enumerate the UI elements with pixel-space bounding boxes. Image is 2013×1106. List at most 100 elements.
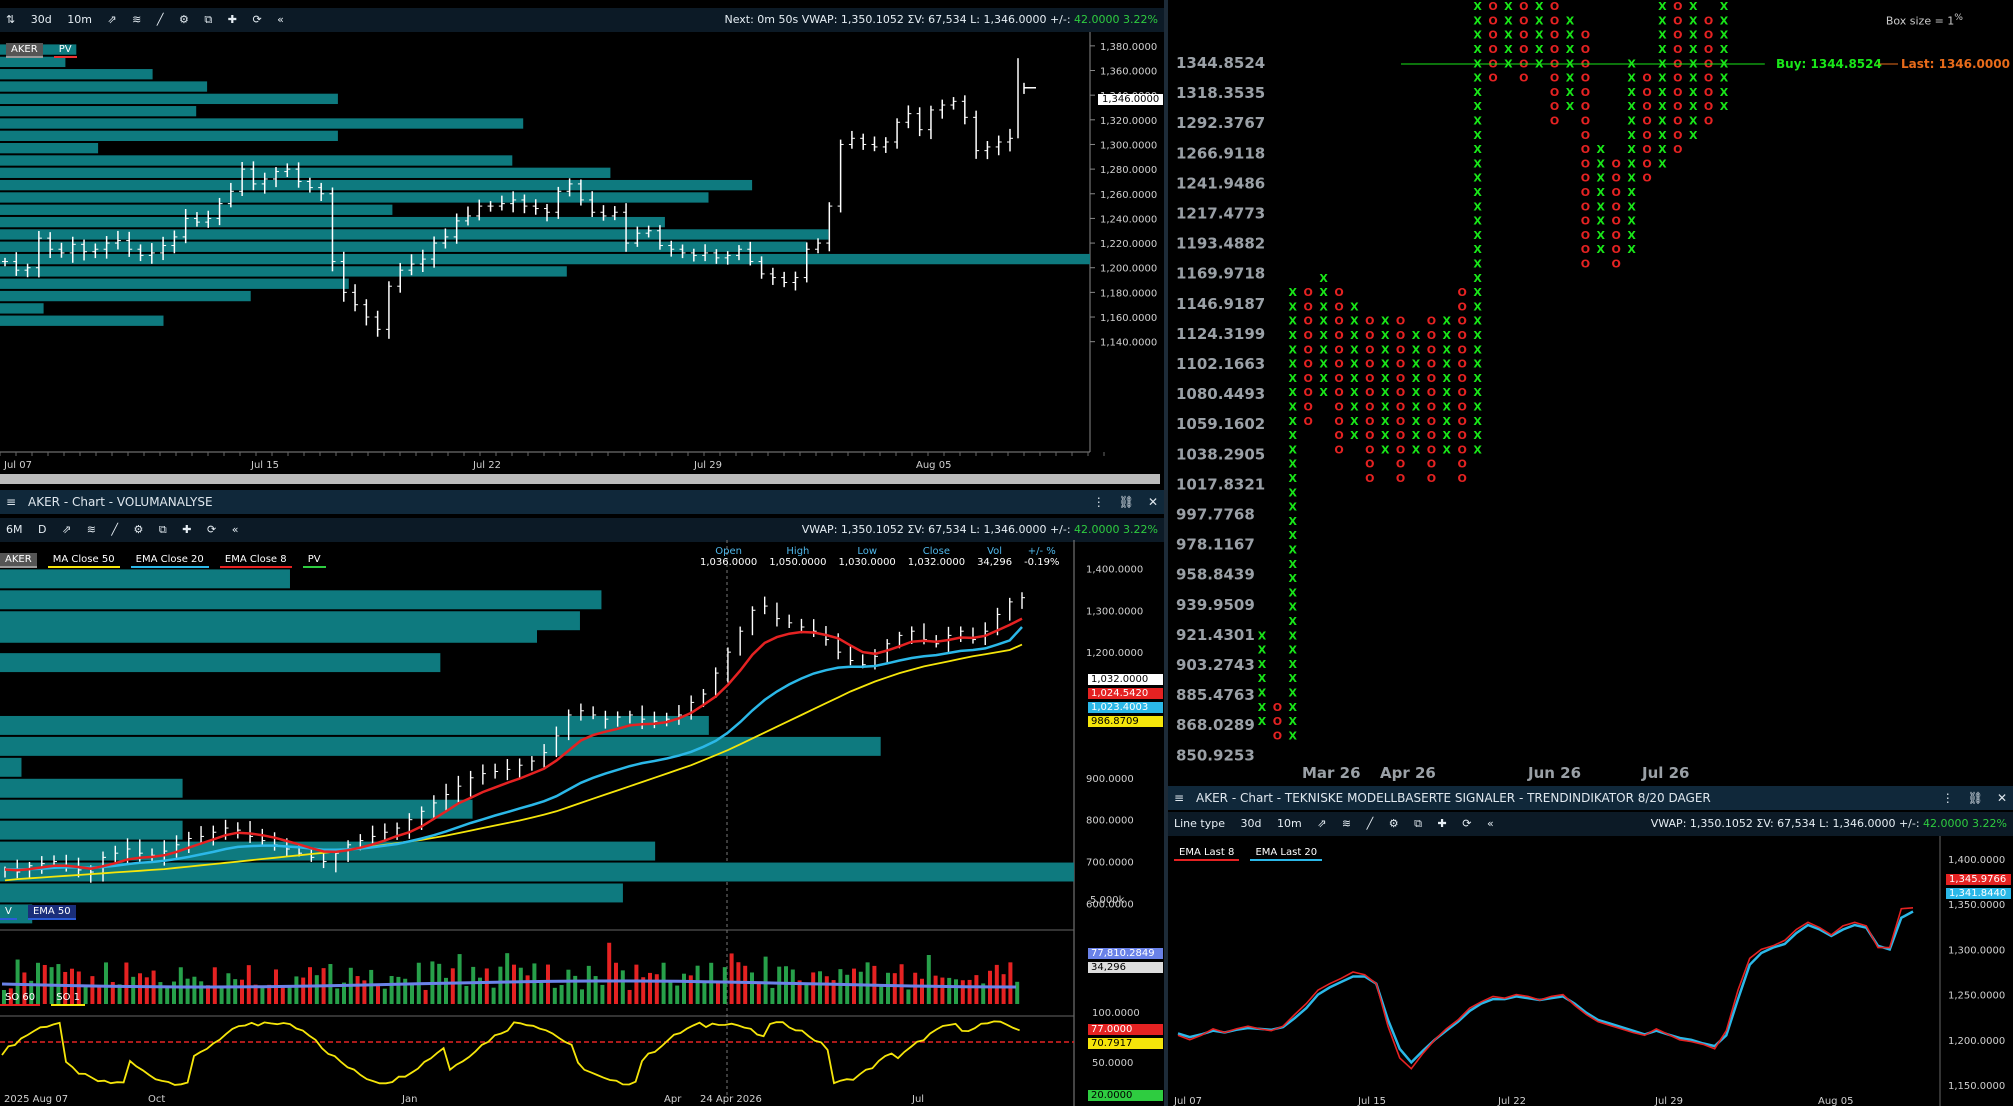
volume-bar	[654, 974, 659, 1004]
y-tick-label: 1,200.0000	[1100, 264, 1157, 275]
draw-line-icon[interactable]: ╱	[1367, 812, 1374, 836]
pf-x-mark: X	[1258, 701, 1267, 714]
layout-icon[interactable]: ⧉	[159, 518, 167, 542]
trend-icon[interactable]: ⇗	[107, 8, 116, 32]
close-icon[interactable]: ✕	[1997, 786, 2007, 810]
collapse-icon[interactable]: «	[1487, 812, 1494, 836]
indicator-icon[interactable]: ≋	[87, 518, 96, 542]
trend-icon[interactable]: ⇗	[1317, 812, 1326, 836]
tag-ema20[interactable]: EMA Close 20	[130, 553, 209, 568]
y-tick-label: 1292.3767	[1176, 114, 1265, 132]
pf-o-mark: O	[1642, 157, 1651, 170]
settings-icon[interactable]: ⚙	[134, 518, 144, 542]
pf-x-mark: X	[1319, 358, 1328, 371]
ohlc-readout: Open High Low Close Vol +/- % 1,036.0000 1,050…	[700, 546, 1060, 568]
volume-bar	[865, 962, 870, 1004]
collapse-icon[interactable]: «	[277, 8, 284, 32]
tag-ma50[interactable]: MA Close 50	[47, 553, 120, 568]
trend-indicator-chart[interactable]: 1,400.0000 1,350.0000 1,300.0000 1,250.0000…	[1168, 836, 2013, 1106]
y-tick-label: 939.9509	[1176, 596, 1255, 614]
add-icon[interactable]: ✚	[228, 8, 237, 32]
pf-o-mark: O	[1550, 43, 1559, 56]
line-type-dropdown[interactable]: Line type	[1174, 812, 1225, 836]
menu-icon[interactable]: ≡	[1174, 786, 1184, 810]
refresh-icon[interactable]: ⟳	[252, 8, 261, 32]
x-tick-label: Mar 26	[1302, 764, 1361, 782]
pf-x-mark: X	[1689, 14, 1698, 27]
settings-icon[interactable]: ⚙	[179, 8, 189, 32]
period-30d[interactable]: 30d	[31, 8, 52, 32]
tag-ema20[interactable]: EMA Last 20	[1250, 846, 1323, 861]
volume-bar	[879, 984, 884, 1004]
more-icon[interactable]: ⋮	[1942, 786, 1954, 810]
refresh-icon[interactable]: ⟳	[1462, 812, 1471, 836]
layout-icon[interactable]: ⧉	[204, 8, 212, 32]
draw-line-icon[interactable]: ╱	[111, 518, 118, 542]
volume-bar	[396, 976, 401, 1004]
x-tick-label: Jul 29	[1654, 1096, 1683, 1106]
intraday-price-chart[interactable]: 1,380.00001,360.00001,340.00001,320.0000…	[0, 32, 1164, 488]
pf-x-mark: X	[1258, 644, 1267, 657]
tag-pv[interactable]: PV	[302, 553, 326, 568]
x-tick-label: Jul 15	[1357, 1096, 1386, 1106]
tag-ema8[interactable]: EMA Close 8	[219, 553, 292, 568]
tag-ema8[interactable]: EMA Last 8	[1174, 846, 1240, 861]
volume-bar	[498, 966, 503, 1004]
volume-bar	[260, 985, 265, 1004]
pf-o-mark: O	[1550, 100, 1559, 113]
pf-o-mark: O	[1519, 72, 1528, 85]
x-tick-label: Jul 26	[1641, 764, 1690, 782]
tag-aker[interactable]: AKER	[0, 553, 37, 568]
tag-vol-ema50[interactable]: EMA 50	[27, 905, 76, 920]
pf-x-mark: X	[1289, 358, 1298, 371]
tag-aker[interactable]: AKER	[6, 43, 43, 58]
indicator-icon[interactable]: ≋	[1342, 812, 1351, 836]
add-icon[interactable]: ✚	[182, 518, 191, 542]
pf-o-mark: O	[1365, 315, 1374, 328]
panel-title: AKER - Chart - VOLUMANALYSE	[28, 495, 213, 509]
tag-pv[interactable]: PV	[53, 43, 77, 58]
tag-volume[interactable]: V	[0, 905, 17, 920]
intraday-scrollbar[interactable]	[0, 474, 1160, 484]
tag-so1[interactable]: SO 1	[51, 991, 85, 1006]
pf-x-mark: X	[1597, 157, 1606, 170]
pf-x-mark: X	[1627, 172, 1636, 185]
period-30d[interactable]: 30d	[1241, 812, 1262, 836]
pf-x-mark: X	[1443, 443, 1452, 456]
link-icon[interactable]: ⛓	[1968, 786, 1983, 810]
period-6m[interactable]: 6M	[6, 518, 23, 542]
period-10m[interactable]: 10m	[67, 8, 92, 32]
pf-o-mark: O	[1396, 401, 1405, 414]
pf-o-mark: O	[1458, 372, 1467, 385]
chart-type-icon[interactable]: ⇅	[6, 8, 15, 32]
close-icon[interactable]: ✕	[1148, 490, 1158, 514]
daily-price-chart[interactable]: 1,400.0000 1,300.0000 1,200.0000 900.0000 80…	[0, 540, 1164, 1106]
tag-so60[interactable]: SO 60	[0, 991, 41, 1006]
pf-o-mark: O	[1581, 43, 1590, 56]
panel-divider-vertical[interactable]	[1164, 0, 1168, 1106]
pf-x-mark: X	[1473, 143, 1482, 156]
point-figure-chart[interactable]: 1344.8524 1318.3535 1292.3767 1266.9118 1241…	[1168, 0, 2013, 786]
link-icon[interactable]: ⛓	[1119, 490, 1134, 514]
draw-line-icon[interactable]: ╱	[157, 8, 164, 32]
y-tick-label: 1,280.0000	[1100, 165, 1157, 176]
period-10m[interactable]: 10m	[1277, 812, 1302, 836]
add-icon[interactable]: ✚	[1438, 812, 1447, 836]
period-d[interactable]: D	[38, 518, 46, 542]
layout-icon[interactable]: ⧉	[1414, 812, 1422, 836]
pf-o-mark: O	[1488, 14, 1497, 27]
y-tick-label: 997.7768	[1176, 506, 1255, 524]
trend-badge-ema20: 1,341.8440	[1946, 888, 2011, 899]
pf-o-mark: O	[1334, 300, 1343, 313]
refresh-icon[interactable]: ⟳	[207, 518, 216, 542]
settings-icon[interactable]: ⚙	[1389, 812, 1399, 836]
volume-analysis-titlebar: ≡ AKER - Chart - VOLUMANALYSE ⋮ ⛓ ✕	[0, 490, 1164, 514]
indicator-icon[interactable]: ≋	[132, 8, 141, 32]
pf-o-mark: O	[1458, 358, 1467, 371]
trend-icon[interactable]: ⇗	[62, 518, 71, 542]
menu-icon[interactable]: ≡	[6, 490, 16, 514]
more-icon[interactable]: ⋮	[1093, 490, 1105, 514]
pf-o-mark: O	[1612, 157, 1621, 170]
trend-toolbar: Line type 30d 10m ⇗ ≋ ╱ ⚙ ⧉ ✚ ⟳ « VWAP: …	[1168, 812, 2013, 836]
collapse-icon[interactable]: «	[232, 518, 239, 542]
